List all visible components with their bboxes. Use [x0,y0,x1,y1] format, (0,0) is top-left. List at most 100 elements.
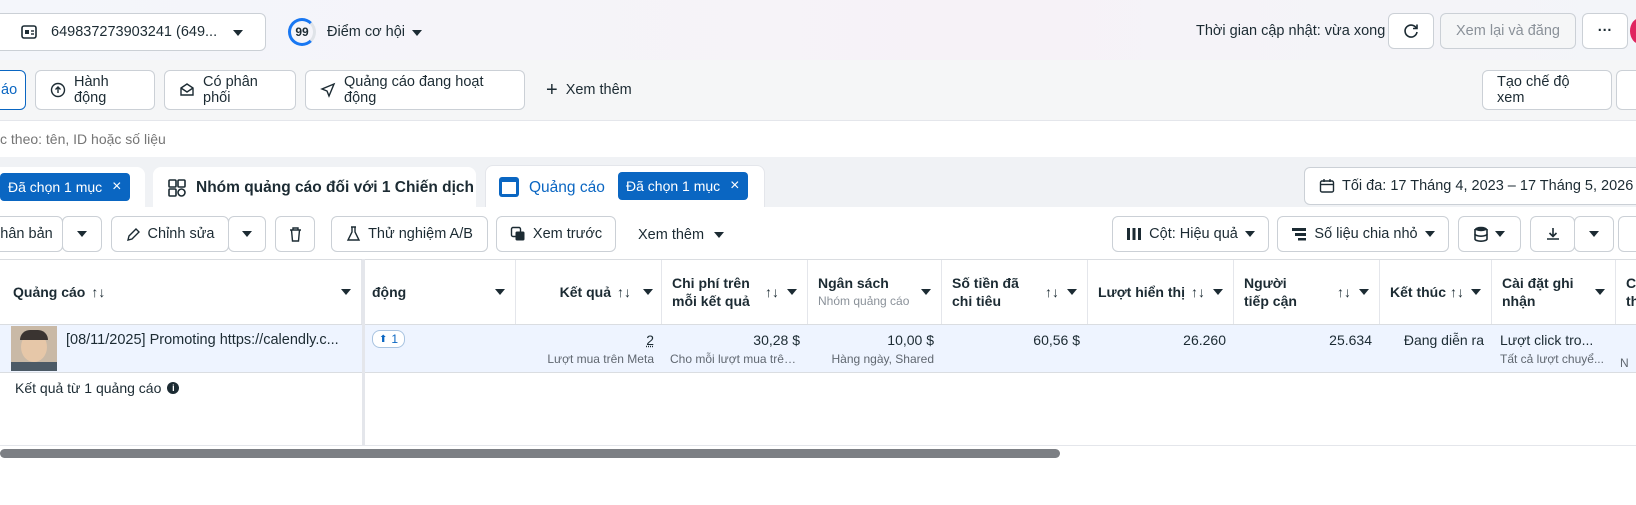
create-view-button[interactable]: Tạo chế độ xem [1482,70,1612,110]
column-header-reach[interactable]: Người tiếp cận ↑↓ [1234,260,1380,324]
chevron-down-icon[interactable] [412,30,422,36]
filter-actions-button[interactable]: Hành động [35,70,155,110]
edit-dropdown[interactable] [228,216,266,252]
chevron-down-icon [233,30,243,36]
impressions-value: 26.260 [1183,332,1226,348]
tab-adsets-label: Nhóm quảng cáo đối với 1 Chiến dịch [196,179,474,196]
chevron-down-icon[interactable] [1595,289,1605,295]
filter-more-button[interactable]: + Xem thêm [546,80,632,100]
sort-icon[interactable]: ↑↓ [1045,284,1059,300]
breakdown-button[interactable]: Số liệu chia nhỏ [1277,216,1449,252]
results-sub: Lượt mua trên Meta [547,352,654,366]
ad-name[interactable]: [08/11/2025] Promoting https://calendly.… [66,332,339,348]
column-header-activity-label: động [372,284,407,300]
chevron-down-icon[interactable] [643,289,653,295]
sort-icon[interactable]: ↑↓ [91,284,105,300]
reach-value: 25.634 [1329,332,1372,348]
export-button[interactable] [1530,216,1575,252]
more-options-button[interactable]: ··· [1582,13,1628,49]
budget-sub: Hàng ngày, Shared [831,352,934,366]
frozen-column-divider [362,259,365,446]
reports-button[interactable] [1458,216,1521,252]
horizontal-scrollbar[interactable] [0,449,1060,458]
tab-ads-partial[interactable]: áo [0,70,26,110]
sort-icon[interactable]: ↑↓ [1337,284,1351,300]
chevron-down-icon [1424,231,1435,237]
ad-thumbnail[interactable] [11,326,57,371]
sort-icon[interactable]: ↑↓ [617,284,631,300]
date-range-label: Tối đa: 17 Tháng 4, 2023 – 17 Tháng 5, 2… [1342,178,1634,194]
toolbar-extra-button[interactable] [1618,216,1636,252]
chevron-down-icon[interactable] [495,289,505,295]
column-header-partial[interactable]: Ch th [1616,260,1636,324]
update-status: Thời gian cập nhật: vừa xong [1196,23,1386,39]
refresh-icon [1402,22,1420,40]
column-header-ad[interactable]: Quảng cáo ↑↓ [0,260,362,324]
toolbar-more-button[interactable]: Xem thêm [638,227,725,243]
chevron-down-icon [1244,231,1255,237]
sort-icon[interactable]: ↑↓ [765,284,779,300]
preview-label: Xem trước [532,226,603,242]
column-header-ends[interactable]: Kết thúc ↑↓ [1380,260,1492,324]
close-icon[interactable]: × [112,178,121,196]
filter-active-ads-button[interactable]: Quảng cáo đang hoạt động [305,70,525,110]
ab-test-button[interactable]: Thử nghiệm A/B [331,216,488,252]
cell-impressions: 26.260 [1088,326,1234,372]
paper-plane-icon [320,82,336,98]
column-header-cost-per-result[interactable]: Chi phí trên mỗi kết quả ↑↓ [662,260,808,324]
columns-button[interactable]: Cột: Hiệu quả [1112,216,1269,252]
sort-icon[interactable]: ↑↓ [1450,284,1464,300]
columns-label: Cột: Hiệu quả [1149,226,1238,242]
arrow-up-circle-icon: ⬆ [379,333,388,345]
duplicate-button[interactable]: hân bản [0,216,63,252]
sort-icon[interactable]: ↑↓ [1191,284,1205,300]
opportunity-score-label[interactable]: Điểm cơ hội [327,24,405,40]
selected-tag-campaigns[interactable]: Đã chọn 1 mục × [0,173,130,201]
preview-button[interactable]: Xem trước [496,216,616,252]
account-selector[interactable]: 649837273903241 (649... [0,13,266,51]
column-header-attribution[interactable]: Cài đặt ghi nhận [1492,260,1616,324]
opportunity-score-ring[interactable]: 99 [288,18,316,46]
chevron-down-icon[interactable] [1471,289,1481,295]
cell-cost-per-result: 30,28 $ Cho mỗi lượt mua trên... [662,326,808,372]
chevron-down-icon[interactable] [1359,289,1369,295]
delete-button[interactable] [275,216,315,252]
preview-icon [510,226,526,242]
download-icon [1545,226,1561,242]
account-label: 649837273903241 (649... [51,24,218,40]
close-icon[interactable]: × [730,177,739,195]
column-header-activity[interactable]: động [362,260,516,324]
duplicate-dropdown[interactable] [62,216,102,252]
chevron-down-icon[interactable] [1213,289,1223,295]
column-header-attribution-label: Cài đặt ghi nhận [1502,275,1574,309]
date-range-picker[interactable]: Tối đa: 17 Tháng 4, 2023 – 17 Tháng 5, 2… [1304,167,1636,205]
partial-sub: Nh [1620,356,1628,370]
search-input[interactable] [0,126,900,152]
filter-delivery-label: Có phân phối [203,74,258,106]
chevron-down-icon[interactable] [787,289,797,295]
ab-test-label: Thử nghiệm A/B [368,226,473,242]
column-header-results[interactable]: Kết quả ↑↓ [516,260,662,324]
breakdown-icon [1291,227,1307,241]
column-header-partial-label: Ch [1626,275,1636,291]
cell-ends: Đang diễn ra [1380,326,1492,372]
column-header-impressions[interactable]: Lượt hiển thị ↑↓ [1088,260,1234,324]
column-header-partial-label-2: th [1626,293,1636,309]
column-header-amount-spent[interactable]: Số tiền đã chi tiêu ↑↓ [942,260,1088,324]
review-publish-button[interactable]: Xem lại và đăng [1440,13,1576,49]
selected-tag-ads[interactable]: Đã chọn 1 mục × [618,172,748,200]
chevron-down-icon[interactable] [921,289,931,295]
refresh-button[interactable] [1388,13,1434,49]
view-options-button[interactable] [1616,70,1636,110]
chevron-down-icon[interactable] [341,289,351,295]
chevron-down-icon[interactable] [1067,289,1077,295]
activity-badge[interactable]: ⬆ 1 [372,330,406,348]
column-header-budget[interactable]: Ngân sách Nhóm quảng cáo [808,260,942,324]
info-icon[interactable]: i [167,382,180,394]
results-value[interactable]: 2 [524,332,654,348]
filter-delivery-button[interactable]: Có phân phối [164,70,296,110]
export-dropdown[interactable] [1574,216,1614,252]
selected-tag-label: Đã chọn 1 mục [8,179,103,195]
edit-button[interactable]: Chỉnh sửa [111,216,229,252]
cell-budget: 10,00 $ Hàng ngày, Shared [808,326,942,372]
